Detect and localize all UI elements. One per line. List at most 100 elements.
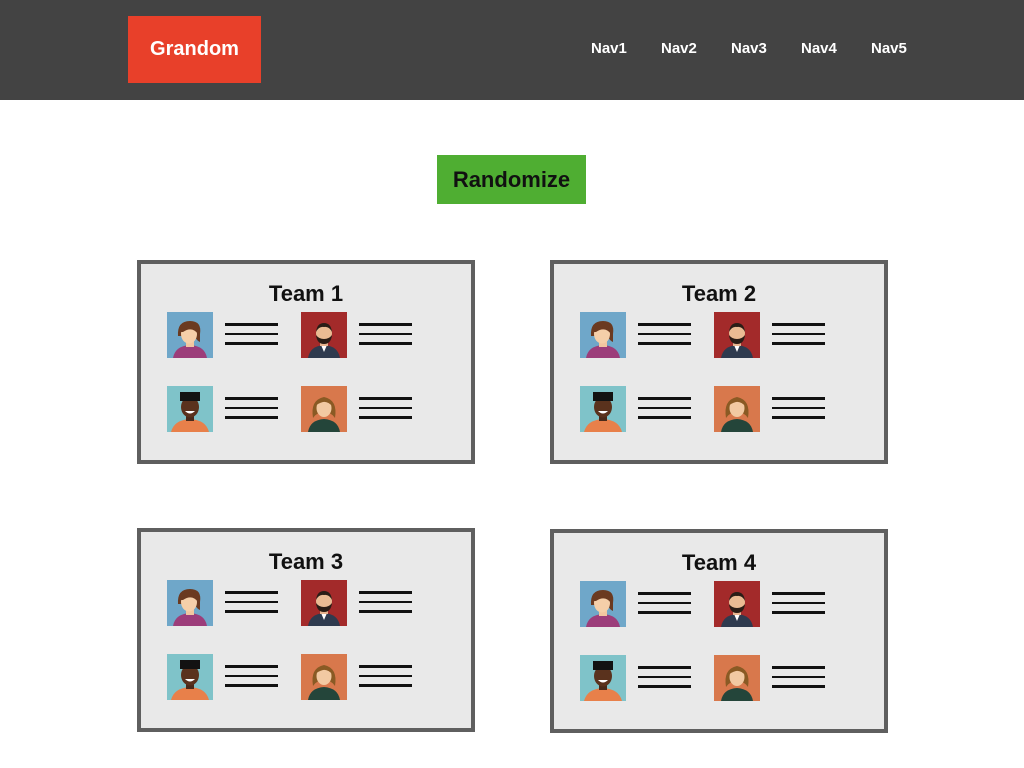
member-details-placeholder — [359, 323, 412, 352]
team-member[interactable] — [301, 312, 435, 358]
team-member[interactable] — [580, 655, 714, 701]
text-line-placeholder — [359, 323, 412, 326]
text-line-placeholder — [359, 600, 412, 603]
avatar-woman-blue-bg-icon — [580, 581, 626, 627]
text-line-placeholder — [772, 666, 825, 669]
text-line-placeholder — [638, 611, 691, 614]
team-title: Team 3 — [268, 549, 344, 574]
member-details-placeholder — [359, 591, 412, 620]
text-line-placeholder — [359, 610, 412, 613]
team-member[interactable] — [580, 581, 714, 627]
text-line-placeholder — [772, 416, 825, 419]
text-line-placeholder — [225, 610, 278, 613]
team-member[interactable] — [580, 386, 714, 432]
team-member[interactable] — [580, 312, 714, 358]
text-line-placeholder — [638, 685, 691, 688]
text-line-placeholder — [772, 685, 825, 688]
avatar-man-bearded-red-bg-icon — [301, 580, 347, 626]
text-line-placeholder — [359, 342, 412, 345]
member-details-placeholder — [225, 665, 278, 694]
member-details-placeholder — [225, 397, 278, 426]
top-navbar: Grandom Nav1 Nav2 Nav3 Nav4 Nav5 — [0, 0, 1024, 100]
text-line-placeholder — [772, 675, 825, 678]
text-line-placeholder — [225, 416, 278, 419]
member-details-placeholder — [772, 323, 825, 352]
team-member[interactable] — [301, 654, 435, 700]
member-details-placeholder — [638, 666, 691, 695]
text-line-placeholder — [225, 684, 278, 687]
team-member[interactable] — [301, 580, 435, 626]
text-line-placeholder — [638, 675, 691, 678]
randomize-button[interactable]: Randomize — [437, 155, 586, 204]
member-details-placeholder — [638, 592, 691, 621]
member-details-placeholder — [359, 665, 412, 694]
nav-item-4[interactable]: Nav4 — [801, 40, 837, 57]
text-line-placeholder — [772, 323, 825, 326]
text-line-placeholder — [638, 342, 691, 345]
text-line-placeholder — [638, 323, 691, 326]
text-line-placeholder — [359, 332, 412, 335]
avatar-woman-blue-bg-icon — [167, 312, 213, 358]
text-line-placeholder — [225, 600, 278, 603]
team-member[interactable] — [167, 312, 301, 358]
text-line-placeholder — [638, 397, 691, 400]
text-line-placeholder — [225, 332, 278, 335]
text-line-placeholder — [225, 591, 278, 594]
member-details-placeholder — [772, 666, 825, 695]
text-line-placeholder — [772, 342, 825, 345]
text-line-placeholder — [359, 416, 412, 419]
team-member[interactable] — [167, 580, 301, 626]
nav-item-2[interactable]: Nav2 — [661, 40, 697, 57]
text-line-placeholder — [225, 674, 278, 677]
text-line-placeholder — [225, 397, 278, 400]
team-member[interactable] — [714, 312, 848, 358]
text-line-placeholder — [225, 665, 278, 668]
text-line-placeholder — [225, 342, 278, 345]
team-card: Team 2 — [550, 260, 888, 464]
avatar-woman-blue-bg-icon — [167, 580, 213, 626]
text-line-placeholder — [638, 601, 691, 604]
text-line-placeholder — [638, 332, 691, 335]
member-details-placeholder — [772, 592, 825, 621]
avatar-man-dark-skin-teal-bg-icon — [580, 655, 626, 701]
member-details-placeholder — [359, 397, 412, 426]
avatar-man-dark-skin-teal-bg-icon — [167, 654, 213, 700]
avatar-man-dark-skin-teal-bg-icon — [167, 386, 213, 432]
team-title: Team 1 — [268, 281, 344, 306]
team-title: Team 2 — [681, 281, 757, 306]
team-member[interactable] — [167, 386, 301, 432]
avatar-man-bearded-red-bg-icon — [714, 581, 760, 627]
team-member[interactable] — [167, 654, 301, 700]
text-line-placeholder — [772, 611, 825, 614]
team-card: Team 1 — [137, 260, 475, 464]
team-card: Team 3 — [137, 528, 475, 732]
text-line-placeholder — [638, 592, 691, 595]
text-line-placeholder — [359, 674, 412, 677]
avatar-woman-blue-bg-icon — [580, 312, 626, 358]
nav-item-5[interactable]: Nav5 — [871, 40, 907, 57]
avatar-man-dark-skin-teal-bg-icon — [580, 386, 626, 432]
text-line-placeholder — [772, 332, 825, 335]
team-member[interactable] — [714, 581, 848, 627]
text-line-placeholder — [225, 406, 278, 409]
logo[interactable]: Grandom — [128, 16, 261, 83]
team-member[interactable] — [714, 386, 848, 432]
nav-item-1[interactable]: Nav1 — [591, 40, 627, 57]
text-line-placeholder — [359, 591, 412, 594]
text-line-placeholder — [359, 684, 412, 687]
text-line-placeholder — [359, 397, 412, 400]
text-line-placeholder — [359, 665, 412, 668]
member-details-placeholder — [225, 591, 278, 620]
nav-item-3[interactable]: Nav3 — [731, 40, 767, 57]
text-line-placeholder — [638, 416, 691, 419]
team-member[interactable] — [714, 655, 848, 701]
text-line-placeholder — [772, 601, 825, 604]
member-details-placeholder — [638, 323, 691, 352]
team-member[interactable] — [301, 386, 435, 432]
team-card: Team 4 — [550, 529, 888, 733]
avatar-woman-orange-bg-icon — [714, 386, 760, 432]
text-line-placeholder — [772, 406, 825, 409]
member-details-placeholder — [638, 397, 691, 426]
team-title: Team 4 — [681, 550, 757, 575]
text-line-placeholder — [772, 592, 825, 595]
